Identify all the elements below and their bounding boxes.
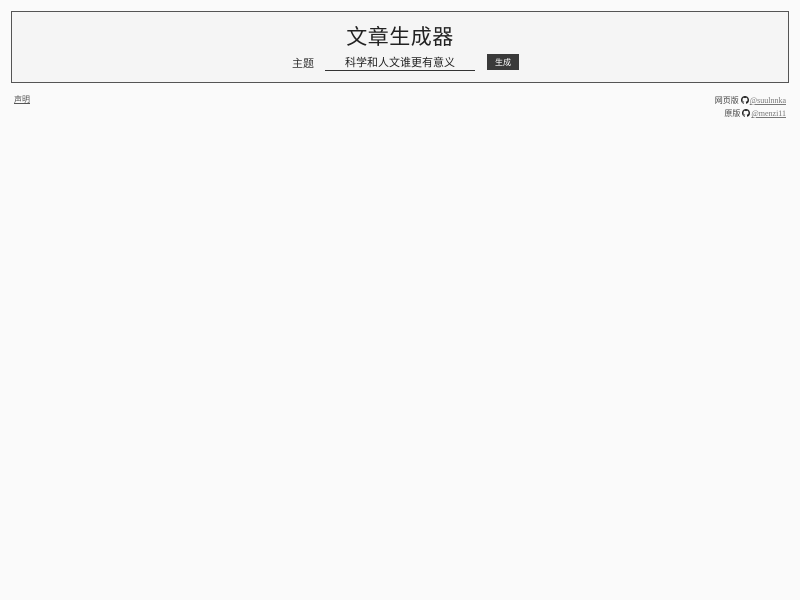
page: 文章生成器 主题 生成 声明 网页版 @suulnnka 原版 @menzi11 (0, 0, 800, 600)
github-icon (740, 96, 749, 104)
topic-input[interactable] (325, 54, 475, 71)
credits: 网页版 @suulnnka 原版 @menzi11 (715, 94, 786, 120)
disclaimer-link[interactable]: 声明 (14, 94, 30, 105)
credit-original-version: 原版 @menzi11 (715, 107, 786, 120)
credit-label: 网页版 (714, 96, 739, 105)
app-title: 文章生成器 (346, 25, 454, 49)
github-icon (742, 109, 751, 117)
topic-label: 主题 (292, 57, 314, 70)
topic-form: 主题 生成 (12, 54, 788, 74)
header-panel: 文章生成器 主题 生成 (11, 11, 789, 83)
github-link-suulnnka[interactable]: @suulnnka (750, 96, 786, 105)
github-link-menzi11[interactable]: @menzi11 (751, 109, 786, 118)
credit-web-version: 网页版 @suulnnka (715, 94, 786, 107)
generate-button[interactable]: 生成 (487, 54, 519, 70)
credit-label: 原版 (724, 109, 741, 118)
